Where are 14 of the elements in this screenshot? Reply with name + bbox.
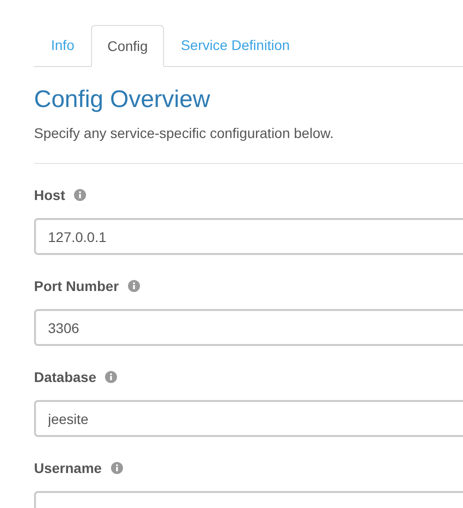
input-field[interactable]: jeesite (34, 400, 463, 437)
tab[interactable]: Config (91, 25, 164, 67)
description-text: Specify any service-specific configuration below. (34, 124, 335, 142)
input-field[interactable]: 127.0.0.1 (34, 218, 463, 255)
info-icon (110, 462, 123, 474)
info-icon (74, 189, 86, 201)
field-label: Username (34, 458, 102, 478)
info-icon (105, 371, 118, 383)
field-label: Database (34, 368, 96, 386)
page-heading: Config Overview (34, 85, 212, 115)
input-field[interactable]: 3306 (34, 309, 463, 346)
field-label: Port Number (34, 276, 119, 296)
info-icon (128, 280, 140, 292)
field-label: Host (34, 186, 66, 204)
